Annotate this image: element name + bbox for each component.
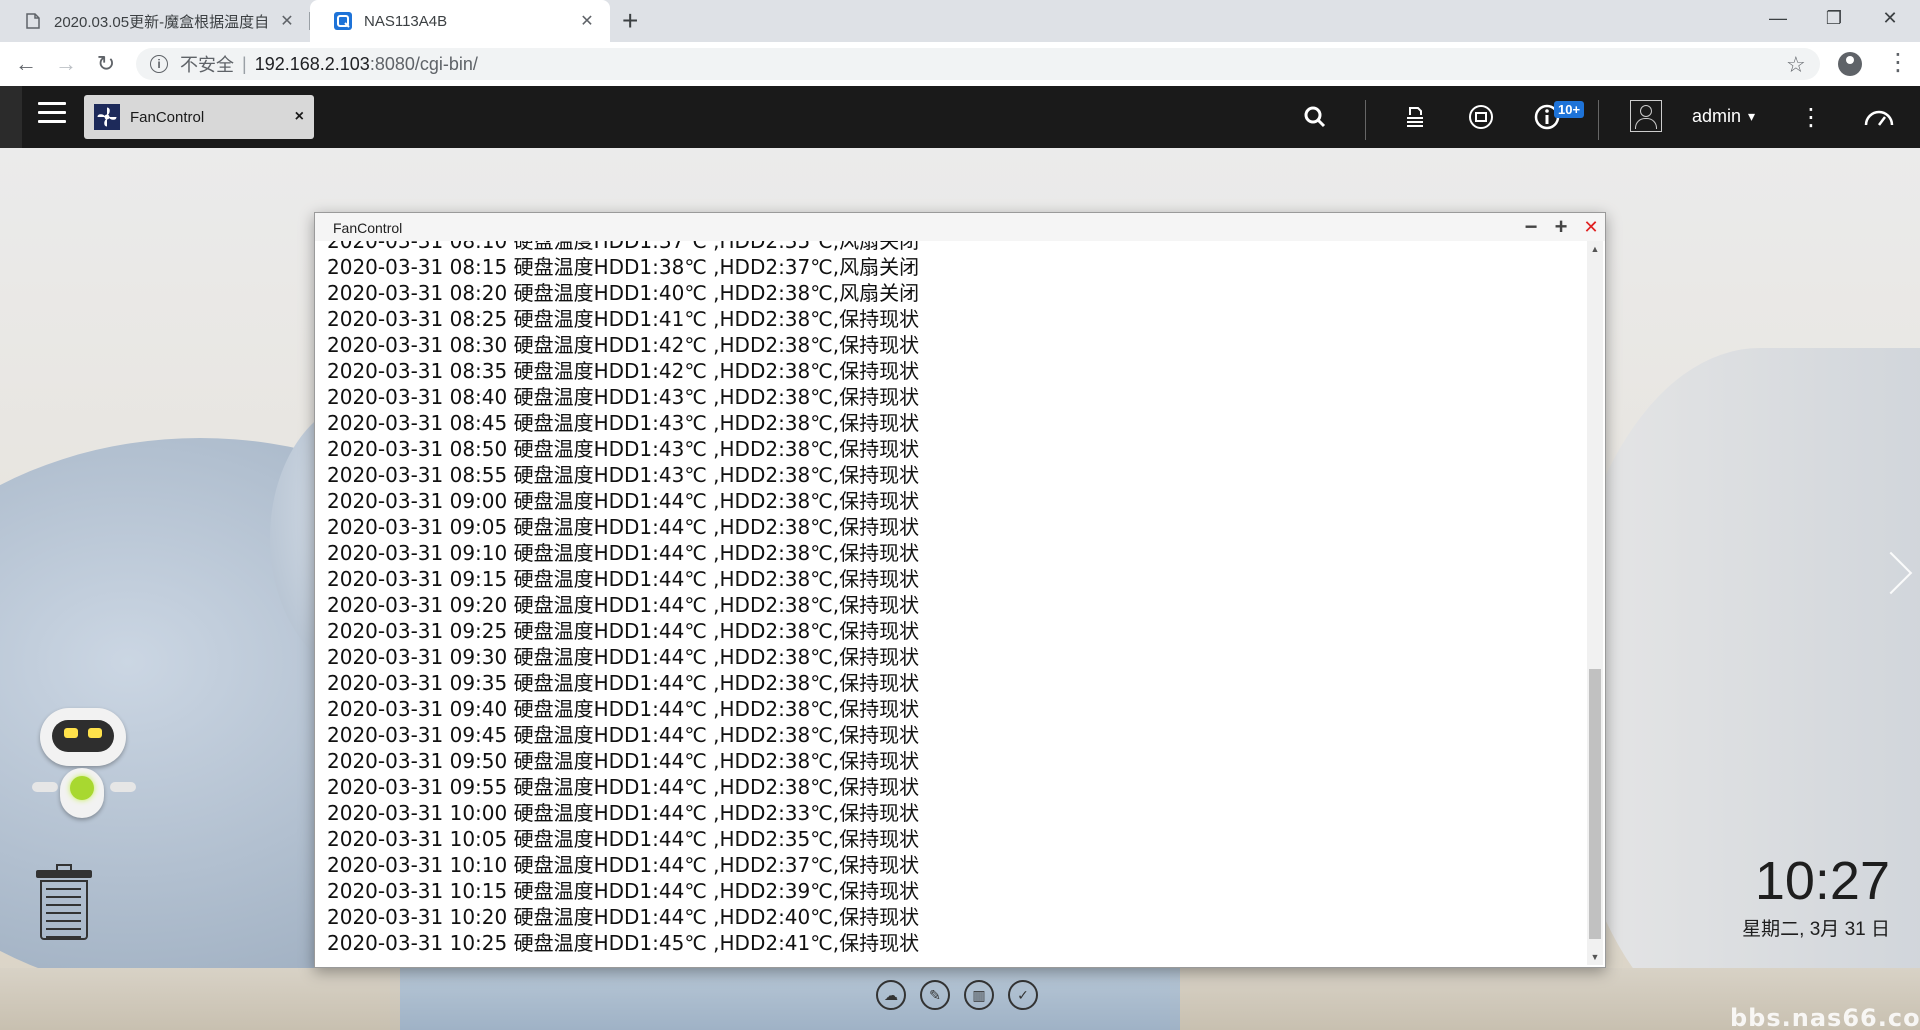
- utility-icon[interactable]: ✎: [920, 980, 950, 1010]
- log-line: 2020-03-31 10:25 硬盘温度HDD1:45℃ ,HDD2:41℃,…: [327, 931, 920, 955]
- app-tab-label: FanControl: [130, 108, 205, 126]
- desktop-dock: ☁ ✎ ▥ ✓: [876, 980, 1038, 1010]
- log-line: 2020-03-31 08:45 硬盘温度HDD1:43℃ ,HDD2:38℃,…: [327, 411, 920, 435]
- address-separator: |: [242, 53, 247, 74]
- log-line: 2020-03-31 09:25 硬盘温度HDD1:44℃ ,HDD2:38℃,…: [327, 619, 920, 643]
- log-line: 2020-03-31 10:10 硬盘温度HDD1:44℃ ,HDD2:37℃,…: [327, 853, 920, 877]
- browser-tab-strip: 2020.03.05更新-魔盒根据温度自 ✕ NAS113A4B ✕ + — ❐…: [0, 0, 1920, 42]
- log-line: 2020-03-31 09:40 硬盘温度HDD1:44℃ ,HDD2:38℃,…: [327, 697, 920, 721]
- app-tab-close-button[interactable]: ×: [295, 108, 304, 126]
- reload-icon[interactable]: ↻: [90, 48, 122, 80]
- clock-time: 10:27: [1754, 851, 1890, 911]
- window-minimize-button[interactable]: −: [1519, 214, 1543, 239]
- vertical-scrollbar[interactable]: ▲ ▼: [1587, 241, 1603, 965]
- account-avatar-icon[interactable]: [1838, 52, 1862, 76]
- log-line: 2020-03-31 08:30 硬盘温度HDD1:42℃ ,HDD2:38℃,…: [327, 333, 920, 357]
- forward-arrow-icon[interactable]: →: [50, 48, 82, 80]
- url-path: :8080/cgi-bin/: [369, 53, 478, 74]
- log-list: 2020-03-31 08:10 硬盘温度HDD1:37℃ ,HDD2:35℃,…: [327, 241, 919, 956]
- log-line: 2020-03-31 10:20 硬盘温度HDD1:44℃ ,HDD2:40℃,…: [327, 905, 920, 929]
- tab-title: 2020.03.05更新-魔盒根据温度自: [54, 13, 270, 31]
- toolbar-divider: [1365, 100, 1366, 140]
- log-line: 2020-03-31 08:55 硬盘温度HDD1:43℃ ,HDD2:38℃,…: [327, 463, 920, 487]
- left-edge-strip: [0, 86, 22, 148]
- info-icon[interactable]: i: [150, 55, 168, 73]
- user-avatar-icon[interactable]: [1630, 100, 1662, 132]
- log-line: 2020-03-31 09:20 硬盘温度HDD1:44℃ ,HDD2:38℃,…: [327, 593, 920, 617]
- recycle-bin-icon[interactable]: [36, 864, 92, 942]
- scroll-up-icon[interactable]: ▲: [1587, 241, 1603, 257]
- tab-close-button[interactable]: ✕: [278, 11, 296, 31]
- tab-title: NAS113A4B: [364, 12, 448, 30]
- browser-tab-nas[interactable]: NAS113A4B ✕: [310, 0, 610, 42]
- window-title-bar[interactable]: FanControl − + ✕: [315, 213, 1605, 241]
- myqnapcloud-icon[interactable]: ☁: [876, 980, 906, 1010]
- log-line: 2020-03-31 09:55 硬盘温度HDD1:44℃ ,HDD2:38℃,…: [327, 775, 920, 799]
- fancontrol-window: FanControl − + ✕ 2020-03-31 08:10 硬盘温度HD…: [314, 212, 1606, 968]
- feedback-icon[interactable]: ▥: [964, 980, 994, 1010]
- watermark-text: bbs.nas66.com: [1730, 1004, 1920, 1030]
- log-line: 2020-03-31 09:15 硬盘温度HDD1:44℃ ,HDD2:38℃,…: [327, 567, 920, 591]
- address-bar[interactable]: i 不安全 | 192.168.2.103 :8080/cgi-bin/: [136, 48, 1820, 80]
- log-line: 2020-03-31 10:15 硬盘温度HDD1:44℃ ,HDD2:39℃,…: [327, 879, 920, 903]
- qts-top-bar: FanControl × admin ▾ ⋮: [0, 86, 1920, 148]
- url-host: 192.168.2.103: [254, 53, 370, 74]
- main-menu-icon[interactable]: [38, 102, 66, 130]
- log-line: 2020-03-31 08:40 硬盘温度HDD1:43℃ ,HDD2:38℃,…: [327, 385, 920, 409]
- external-device-icon[interactable]: [1464, 100, 1498, 134]
- back-arrow-icon[interactable]: ←: [10, 48, 42, 80]
- scrollbar-thumb[interactable]: [1589, 669, 1601, 939]
- notification-count-badge: 10+: [1554, 101, 1585, 118]
- log-line: 2020-03-31 09:45 硬盘温度HDD1:44℃ ,HDD2:38℃,…: [327, 723, 920, 747]
- log-line: 2020-03-31 09:05 硬盘温度HDD1:44℃ ,HDD2:38℃,…: [327, 515, 920, 539]
- window-minimize-button[interactable]: —: [1750, 0, 1806, 36]
- scroll-down-icon[interactable]: ▼: [1587, 949, 1603, 965]
- security-label: 不安全: [180, 55, 234, 75]
- window-close-button[interactable]: ✕: [1862, 0, 1918, 36]
- chevron-down-icon[interactable]: ▾: [1748, 108, 1755, 125]
- log-line: 2020-03-31 09:35 硬盘温度HDD1:44℃ ,HDD2:38℃,…: [327, 671, 920, 695]
- log-line: 2020-03-31 08:15 硬盘温度HDD1:38℃ ,HDD2:37℃,…: [327, 255, 920, 279]
- log-line: 2020-03-31 08:25 硬盘温度HDD1:41℃ ,HDD2:38℃,…: [327, 307, 920, 331]
- clock-date: 星期二, 3月 31 日: [1742, 919, 1890, 940]
- toolbar-divider: [1598, 100, 1599, 140]
- dashboard-gauge-icon[interactable]: [1862, 100, 1896, 134]
- notes-icon[interactable]: ✓: [1008, 980, 1038, 1010]
- document-icon: [24, 12, 42, 30]
- bookmark-star-icon[interactable]: ☆: [1786, 52, 1806, 78]
- log-content: 2020-03-31 08:10 硬盘温度HDD1:37℃ ,HDD2:35℃,…: [315, 241, 1585, 965]
- qnap-favicon-icon: [334, 12, 352, 30]
- window-title: FanControl: [333, 220, 403, 236]
- log-line: 2020-03-31 09:10 硬盘温度HDD1:44℃ ,HDD2:38℃,…: [327, 541, 920, 565]
- qboost-robot-icon[interactable]: [26, 708, 142, 828]
- window-maximize-button[interactable]: ❐: [1806, 0, 1862, 36]
- log-line: 2020-03-31 08:10 硬盘温度HDD1:37℃ ,HDD2:35℃,…: [327, 241, 920, 253]
- more-options-icon[interactable]: ⋮: [1794, 100, 1828, 134]
- user-name[interactable]: admin: [1692, 106, 1741, 127]
- log-line: 2020-03-31 08:20 硬盘温度HDD1:40℃ ,HDD2:38℃,…: [327, 281, 920, 305]
- browser-tab-forum[interactable]: 2020.03.05更新-魔盒根据温度自 ✕: [0, 0, 310, 42]
- app-tab-fancontrol[interactable]: FanControl ×: [84, 95, 314, 139]
- tab-close-button[interactable]: ✕: [578, 11, 596, 31]
- browser-toolbar: ← → ↻ i 不安全 | 192.168.2.103 :8080/cgi-bi…: [0, 42, 1920, 87]
- log-line: 2020-03-31 09:00 硬盘温度HDD1:44℃ ,HDD2:38℃,…: [327, 489, 920, 513]
- log-line: 2020-03-31 09:30 硬盘温度HDD1:44℃ ,HDD2:38℃,…: [327, 645, 920, 669]
- window-close-button[interactable]: ✕: [1579, 215, 1603, 239]
- browser-menu-icon[interactable]: ⋮: [1886, 48, 1910, 77]
- new-tab-button[interactable]: +: [622, 6, 638, 36]
- log-line: 2020-03-31 08:50 硬盘温度HDD1:43℃ ,HDD2:38℃,…: [327, 437, 920, 461]
- wallpaper-floor-accent: [400, 968, 1180, 1030]
- fan-icon: [94, 104, 120, 130]
- background-tasks-icon[interactable]: [1398, 100, 1432, 134]
- log-line: 2020-03-31 10:00 硬盘温度HDD1:44℃ ,HDD2:33℃,…: [327, 801, 920, 825]
- desktop-clock: 10:27 星期二, 3月 31 日: [1740, 854, 1890, 941]
- search-icon[interactable]: [1298, 100, 1332, 134]
- log-line: 2020-03-31 10:05 硬盘温度HDD1:44℃ ,HDD2:35℃,…: [327, 827, 920, 851]
- window-maximize-button[interactable]: +: [1549, 214, 1573, 239]
- log-line: 2020-03-31 09:50 硬盘温度HDD1:44℃ ,HDD2:38℃,…: [327, 749, 920, 773]
- log-line: 2020-03-31 08:35 硬盘温度HDD1:42℃ ,HDD2:38℃,…: [327, 359, 920, 383]
